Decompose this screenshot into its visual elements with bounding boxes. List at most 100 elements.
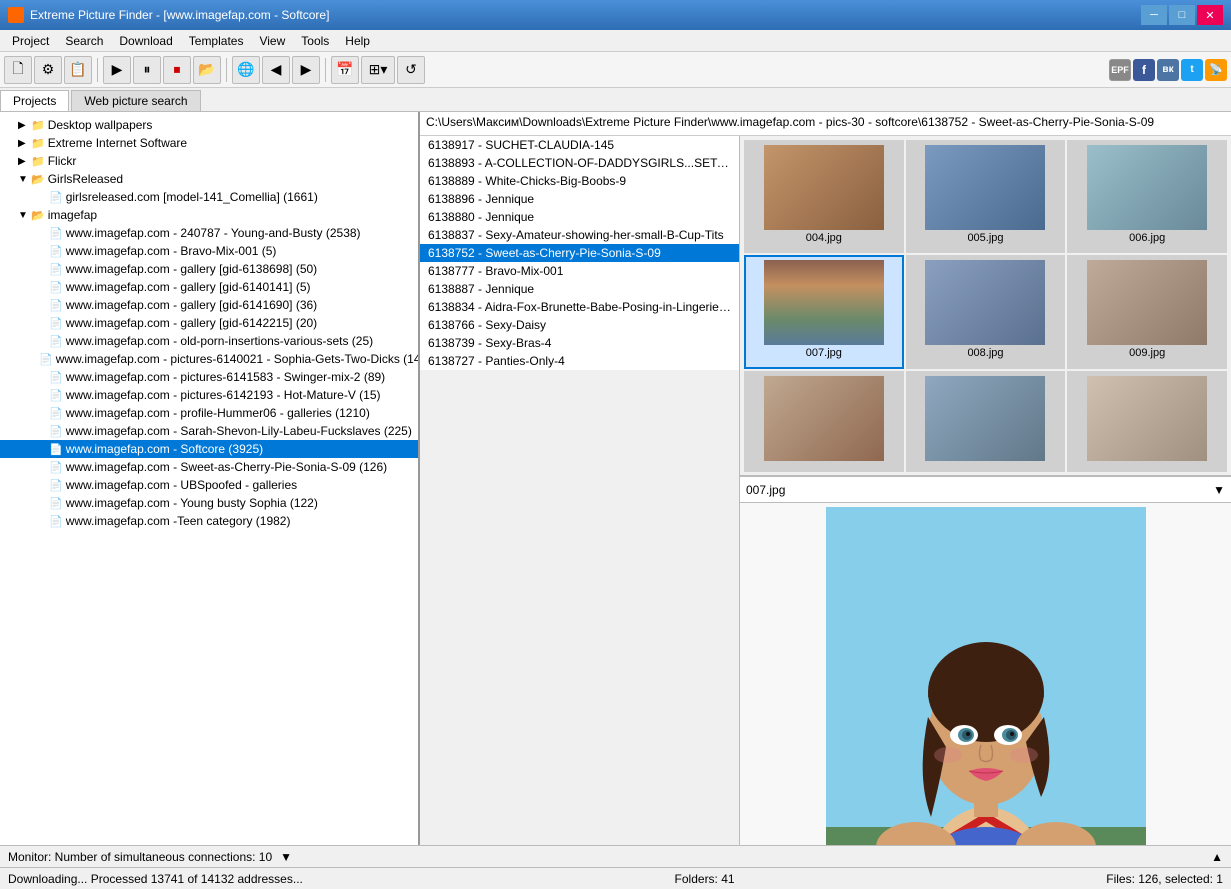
tree-label-if-sweet: www.imagefap.com - Sweet-as-Cherry-Pie-S… (66, 460, 387, 474)
tab-web-picture-search[interactable]: Web picture search (71, 90, 200, 111)
tree-label-if-6138698: www.imagefap.com - gallery [gid-6138698]… (66, 262, 317, 276)
tree-item-if-6138698[interactable]: 📄www.imagefap.com - gallery [gid-6138698… (0, 260, 418, 278)
thumbnail-009[interactable]: 009.jpg (1067, 255, 1227, 368)
tree-arrow-flickr[interactable]: ▶ (18, 156, 28, 167)
gallery-item-6138889[interactable]: 6138889 - White-Chicks-Big-Boobs-9 (420, 172, 739, 190)
minimize-button[interactable]: ─ (1141, 5, 1167, 25)
stop-button[interactable]: ⏹ (163, 56, 191, 84)
thumbnail-012[interactable] (1067, 371, 1227, 472)
settings-button[interactable]: ⚙ (34, 56, 62, 84)
tree-arrow-desktop[interactable]: ▶ (18, 120, 28, 131)
calendar-button[interactable]: 📅 (331, 56, 359, 84)
gallery-item-6138837[interactable]: 6138837 - Sexy-Amateur-showing-her-small… (420, 226, 739, 244)
tree-item-if-softcore[interactable]: 📄www.imagefap.com - Softcore (3925) (0, 440, 418, 458)
tree-item-if-240787[interactable]: 📄www.imagefap.com - 240787 - Young-and-B… (0, 224, 418, 242)
thumbnail-006[interactable]: 006.jpg (1067, 140, 1227, 253)
status-up-arrow[interactable]: ▲ (1211, 850, 1223, 864)
preview-svg (826, 507, 1146, 845)
gallery-item-6138739[interactable]: 6138739 - Sexy-Bras-4 (420, 334, 739, 352)
facebook-icon[interactable]: f (1133, 59, 1155, 81)
thumb-label-005: 005.jpg (967, 232, 1003, 244)
preview-dropdown-arrow[interactable]: ▼ (1213, 483, 1225, 497)
twitter-icon[interactable]: t (1181, 59, 1203, 81)
tree-item-imagefap[interactable]: ▼📂imagefap (0, 206, 418, 224)
tree-icon-if-hummer06: 📄 (49, 407, 63, 420)
epf-icon[interactable]: EPF (1109, 59, 1131, 81)
tree-arrow-internet-soft[interactable]: ▶ (18, 138, 28, 149)
tree-item-internet-soft[interactable]: ▶📁Extreme Internet Software (0, 134, 418, 152)
tree-item-if-sarah[interactable]: 📄www.imagefap.com - Sarah-Shevon-Lily-La… (0, 422, 418, 440)
tree-item-girlsreleased[interactable]: ▼📂GirlsReleased (0, 170, 418, 188)
menubar: Project Search Download Templates View T… (0, 30, 1231, 52)
tab-projects[interactable]: Projects (0, 90, 69, 111)
gallery-item-6138887[interactable]: 6138887 - Jennique (420, 280, 739, 298)
back-button[interactable]: ◀ (262, 56, 290, 84)
vk-icon[interactable]: вк (1157, 59, 1179, 81)
preview-area: 007.jpg ▼ (740, 476, 1231, 845)
tree-item-if-oldporn[interactable]: 📄www.imagefap.com - old-porn-insertions-… (0, 332, 418, 350)
tree-item-flickr[interactable]: ▶📁Flickr (0, 152, 418, 170)
open-button[interactable]: 📂 (193, 56, 221, 84)
thumbnail-005[interactable]: 005.jpg (906, 140, 1066, 253)
tree-arrow-girlsreleased[interactable]: ▼ (18, 174, 28, 185)
gallery-item-6138752[interactable]: 6138752 - Sweet-as-Cherry-Pie-Sonia-S-09 (420, 244, 739, 262)
gallery-item-6138893[interactable]: 6138893 - A-COLLECTION-OF-DADDYSGIRLS...… (420, 154, 739, 172)
new-project-button[interactable]: 🗋 (4, 56, 32, 84)
tree-label-if-hummer06: www.imagefap.com - profile-Hummer06 - ga… (66, 406, 370, 420)
tree-item-if-sweet[interactable]: 📄www.imagefap.com - Sweet-as-Cherry-Pie-… (0, 458, 418, 476)
thumbnail-011[interactable] (906, 371, 1066, 472)
tab-bar: Projects Web picture search (0, 88, 1231, 112)
gallery-item-6138834[interactable]: 6138834 - Aidra-Fox-Brunette-Babe-Posing… (420, 298, 739, 316)
gallery-item-6138766[interactable]: 6138766 - Sexy-Daisy (420, 316, 739, 334)
tree-item-if-hummer06[interactable]: 📄www.imagefap.com - profile-Hummer06 - g… (0, 404, 418, 422)
browse-button[interactable]: 🌐 (232, 56, 260, 84)
tree-item-if-6142193[interactable]: 📄www.imagefap.com - pictures-6142193 - H… (0, 386, 418, 404)
tree-item-if-6142215[interactable]: 📄www.imagefap.com - gallery [gid-6142215… (0, 314, 418, 332)
thumbnail-008[interactable]: 008.jpg (906, 255, 1066, 368)
gallery-list[interactable]: 6138917 - SUCHET-CLAUDIA-1456138893 - A-… (420, 136, 740, 370)
menu-templates[interactable]: Templates (181, 32, 252, 50)
maximize-button[interactable]: □ (1169, 5, 1195, 25)
start-button[interactable]: ▶ (103, 56, 131, 84)
close-button[interactable]: ✕ (1197, 5, 1223, 25)
titlebar: Extreme Picture Finder - [www.imagefap.c… (0, 0, 1231, 30)
menu-tools[interactable]: Tools (293, 32, 337, 50)
tree-item-desktop[interactable]: ▶📁Desktop wallpapers (0, 116, 418, 134)
tree-icon-if-6142215: 📄 (49, 317, 63, 330)
tree-item-if-6141690[interactable]: 📄www.imagefap.com - gallery [gid-6141690… (0, 296, 418, 314)
thumbnail-010[interactable] (744, 371, 904, 472)
forward-button[interactable]: ▶ (292, 56, 320, 84)
pause-button[interactable]: ⏸ (133, 56, 161, 84)
thumbnail-004[interactable]: 004.jpg (744, 140, 904, 253)
menu-view[interactable]: View (251, 32, 293, 50)
thumbnail-section: 004.jpg 005.jpg 006.jpg (740, 136, 1231, 476)
tree-arrow-imagefap[interactable]: ▼ (18, 210, 28, 221)
toolbar-separator-2 (226, 58, 227, 82)
menu-search[interactable]: Search (57, 32, 111, 50)
path-bar: C:\Users\Максим\Downloads\Extreme Pictur… (420, 112, 1231, 136)
app-icon (8, 7, 24, 23)
rss-icon[interactable]: 📡 (1205, 59, 1227, 81)
gallery-item-6138896[interactable]: 6138896 - Jennique (420, 190, 739, 208)
tree-item-if-bravo001[interactable]: 📄www.imagefap.com - Bravo-Mix-001 (5) (0, 242, 418, 260)
tree-item-if-6140021[interactable]: 📄www.imagefap.com - pictures-6140021 - S… (0, 350, 418, 368)
menu-project[interactable]: Project (4, 32, 57, 50)
monitor-dropdown-arrow[interactable]: ▼ (280, 850, 292, 864)
gallery-item-6138917[interactable]: 6138917 - SUCHET-CLAUDIA-145 (420, 136, 739, 154)
thumbnail-007[interactable]: 007.jpg (744, 255, 904, 368)
dropdown-button[interactable]: ⊞▾ (361, 56, 395, 84)
gallery-item-6138880[interactable]: 6138880 - Jennique (420, 208, 739, 226)
project-tree[interactable]: ▶📁Desktop wallpapers▶📁Extreme Internet S… (0, 112, 418, 845)
log-button[interactable]: 📋 (64, 56, 92, 84)
tree-item-girlsreleased-sub[interactable]: 📄girlsreleased.com [model-141_Comellia] … (0, 188, 418, 206)
tree-item-if-sophia[interactable]: 📄www.imagefap.com - Young busty Sophia (… (0, 494, 418, 512)
tree-item-if-6141583[interactable]: 📄www.imagefap.com - pictures-6141583 - S… (0, 368, 418, 386)
menu-download[interactable]: Download (111, 32, 180, 50)
gallery-item-6138777[interactable]: 6138777 - Bravo-Mix-001 (420, 262, 739, 280)
menu-help[interactable]: Help (337, 32, 378, 50)
gallery-item-6138727[interactable]: 6138727 - Panties-Only-4 (420, 352, 739, 370)
tree-item-if-ubspoofed[interactable]: 📄www.imagefap.com - UBSpoofed - gallerie… (0, 476, 418, 494)
refresh-button[interactable]: ↺ (397, 56, 425, 84)
tree-item-if-teen[interactable]: 📄www.imagefap.com -Teen category (1982) (0, 512, 418, 530)
tree-item-if-6140141[interactable]: 📄www.imagefap.com - gallery [gid-6140141… (0, 278, 418, 296)
